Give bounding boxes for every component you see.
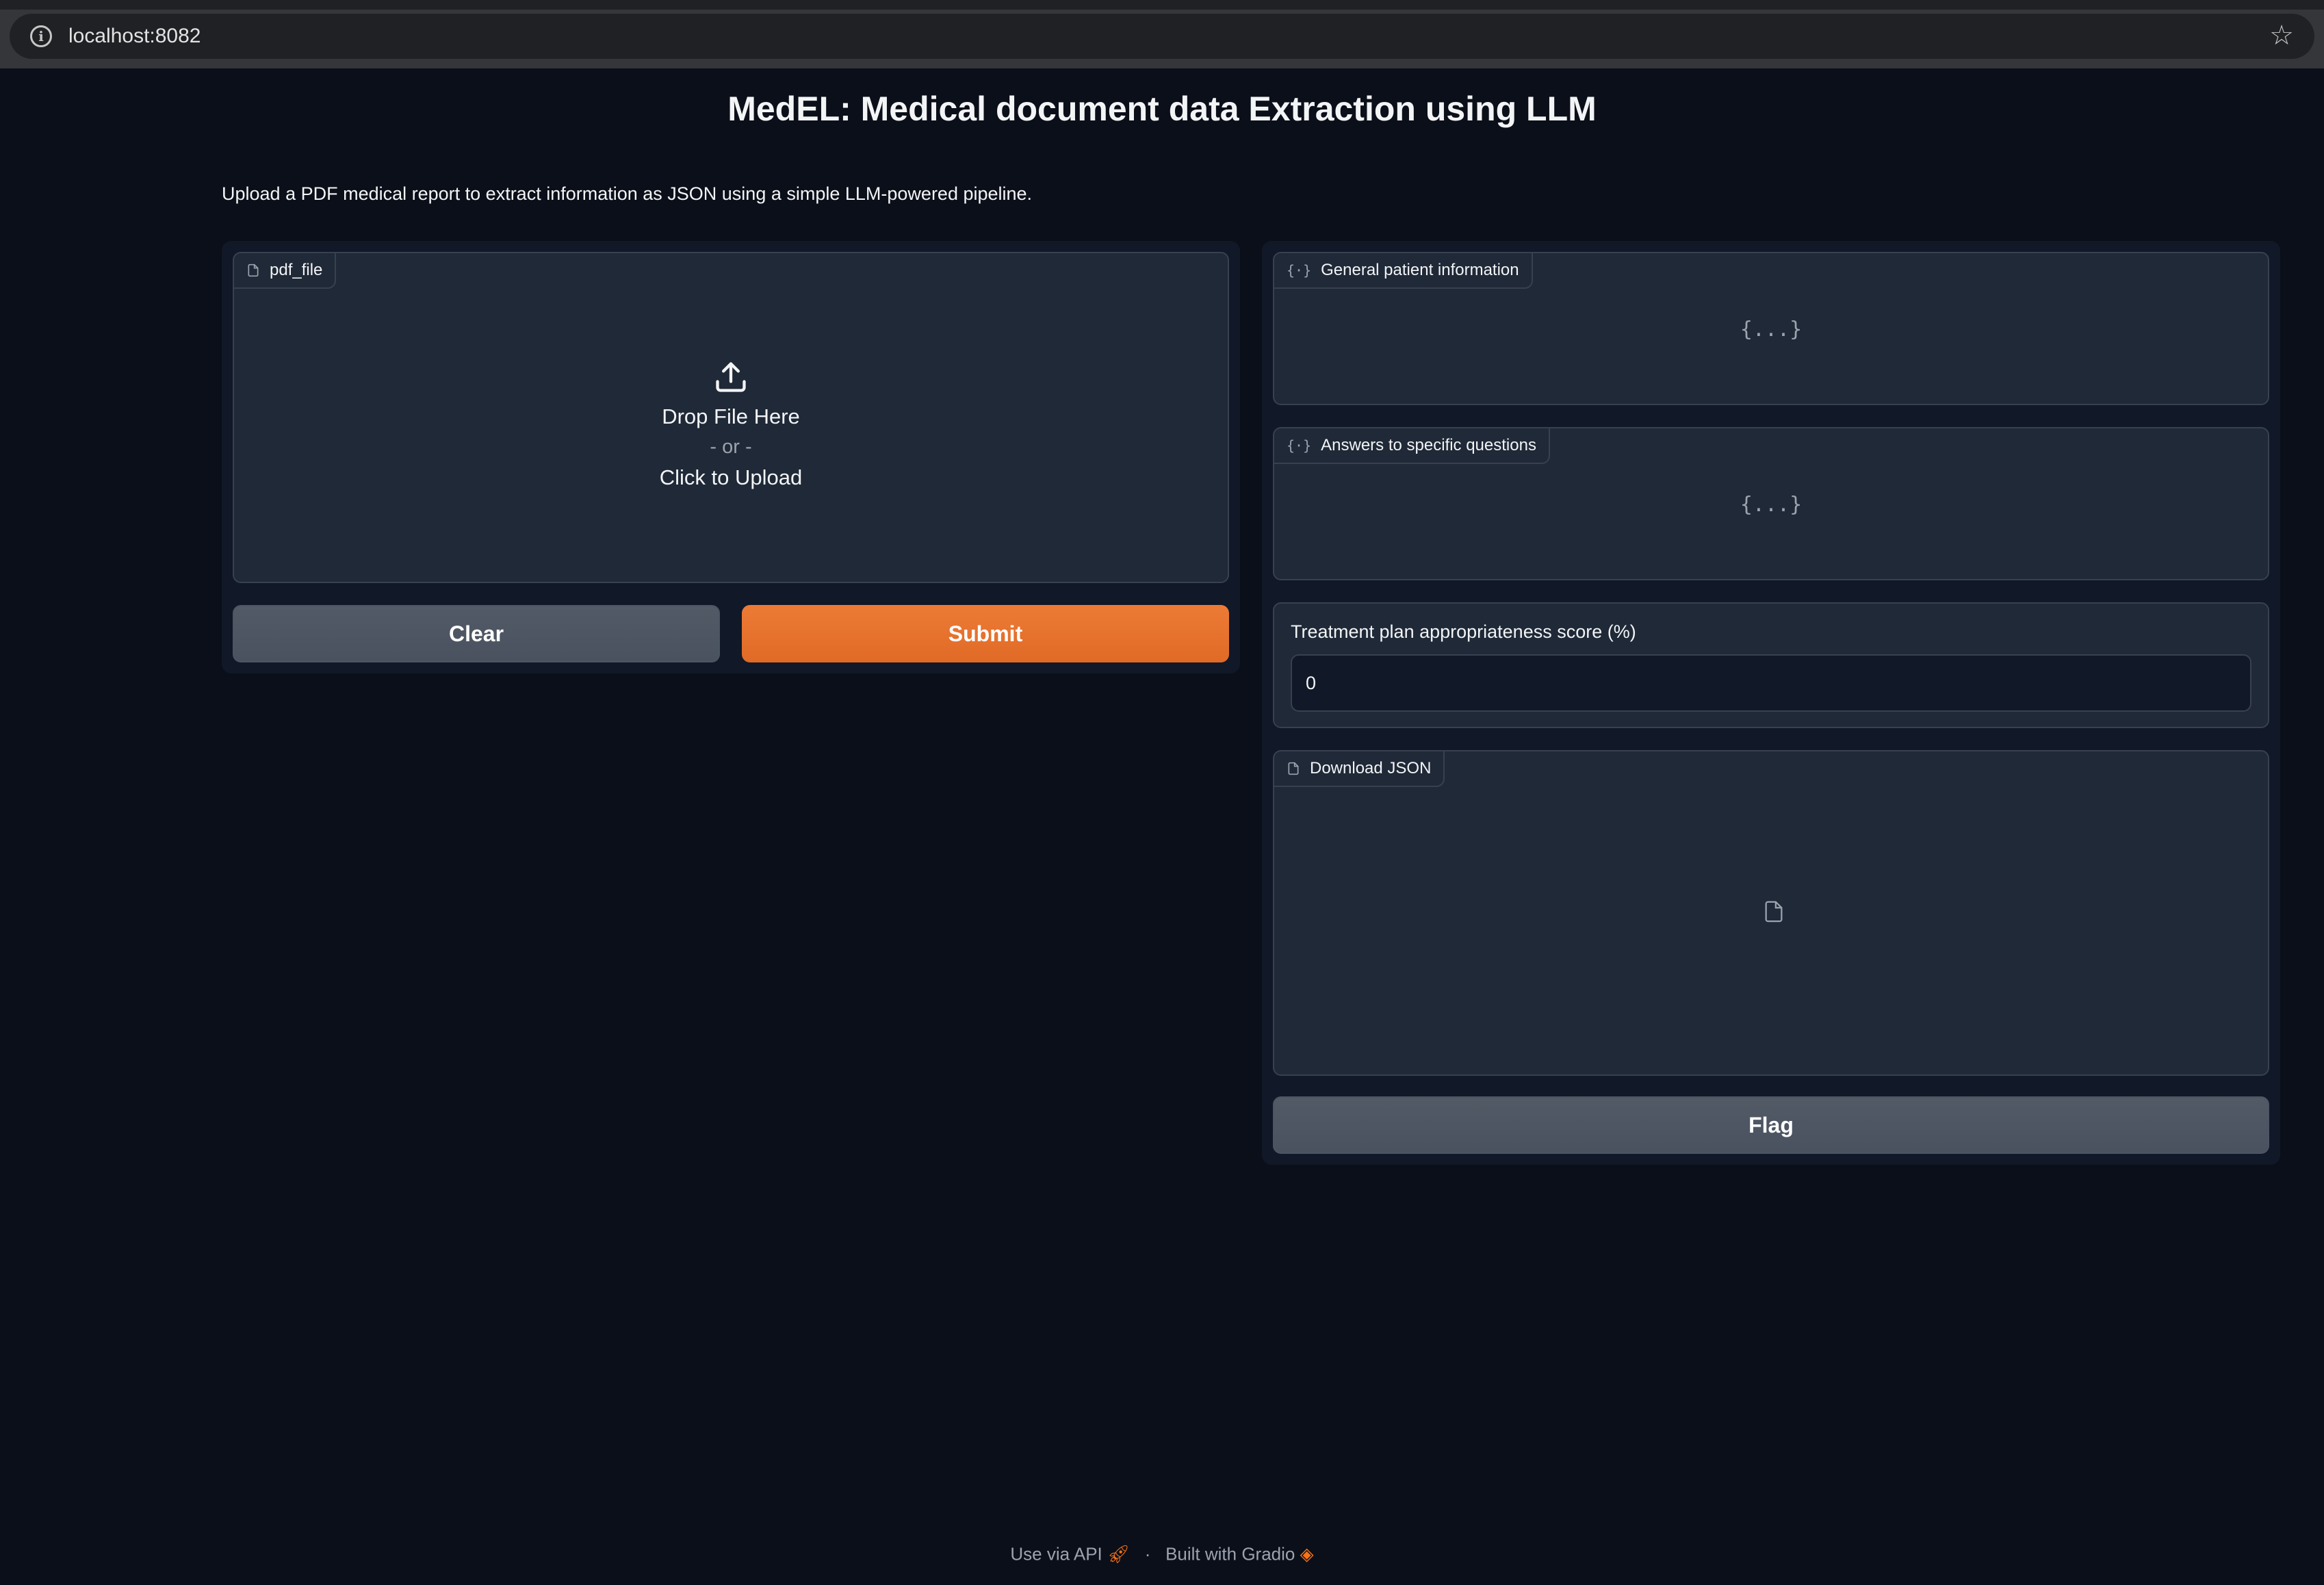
download-label-text: Download JSON bbox=[1310, 759, 1432, 777]
json-braces-icon: {·} bbox=[1287, 437, 1312, 454]
url-text[interactable]: localhost:8082 bbox=[68, 23, 201, 49]
footer-separator: · bbox=[1144, 1543, 1151, 1564]
flag-button[interactable]: Flag bbox=[1273, 1096, 2269, 1154]
answers-block: {...} {·} Answers to specific questions bbox=[1273, 427, 2269, 580]
input-panel: Drop File Here - or - Click to Upload pd… bbox=[222, 241, 1240, 673]
download-block: Download JSON bbox=[1273, 750, 2269, 1076]
answers-label-text: Answers to specific questions bbox=[1321, 436, 1536, 454]
submit-button[interactable]: Submit bbox=[742, 605, 1229, 662]
answers-label: {·} Answers to specific questions bbox=[1274, 428, 1550, 464]
click-to-upload-text[interactable]: Click to Upload bbox=[660, 465, 802, 490]
browser-chrome: i localhost:8082 ☆ bbox=[0, 0, 2324, 68]
json-braces-icon: {·} bbox=[1287, 262, 1312, 279]
general-info-block: {...} {·} General patient information bbox=[1273, 252, 2269, 405]
clear-button[interactable]: Clear bbox=[233, 605, 720, 662]
file-icon bbox=[1288, 762, 1299, 775]
gradio-logo-icon: ◈ bbox=[1300, 1543, 1314, 1564]
general-info-label: {·} General patient information bbox=[1274, 253, 1533, 289]
or-text: - or - bbox=[710, 435, 752, 458]
address-bar[interactable]: i localhost:8082 ☆ bbox=[10, 14, 2314, 59]
drop-file-text: Drop File Here bbox=[662, 404, 800, 428]
score-block: Treatment plan appropriateness score (%) bbox=[1273, 602, 2269, 728]
file-dropzone[interactable]: Drop File Here - or - Click to Upload bbox=[234, 253, 1228, 582]
file-block-label: pdf_file bbox=[234, 253, 337, 289]
general-info-empty: {...} bbox=[1740, 318, 1803, 342]
download-label: Download JSON bbox=[1274, 751, 1445, 787]
footer: Use via API 🚀︎ · Built with Gradio ◈ bbox=[0, 1543, 2324, 1565]
upload-icon bbox=[716, 361, 746, 392]
empty-file-icon bbox=[1765, 901, 1783, 923]
score-label: Treatment plan appropriateness score (%) bbox=[1291, 621, 1636, 642]
file-label-text: pdf_file bbox=[270, 261, 323, 279]
site-info-icon[interactable]: i bbox=[30, 25, 52, 47]
general-info-label-text: General patient information bbox=[1321, 261, 1519, 279]
rocket-icon: 🚀︎ bbox=[1107, 1543, 1131, 1564]
use-via-api-link[interactable]: Use via API bbox=[1010, 1544, 1102, 1564]
score-input[interactable] bbox=[1291, 654, 2251, 712]
file-upload-block[interactable]: Drop File Here - or - Click to Upload pd… bbox=[233, 252, 1229, 583]
page-description: Upload a PDF medical report to extract i… bbox=[222, 183, 1033, 204]
bookmark-star-icon[interactable]: ☆ bbox=[2269, 22, 2294, 49]
answers-empty: {...} bbox=[1740, 493, 1803, 517]
output-panel: {...} {·} General patient information {.… bbox=[1262, 241, 2280, 1165]
built-with-gradio-link[interactable]: Built with Gradio bbox=[1165, 1544, 1295, 1564]
page-title: MedEL: Medical document data Extraction … bbox=[727, 90, 1597, 128]
tab-strip bbox=[0, 0, 2324, 10]
file-icon bbox=[248, 263, 259, 277]
